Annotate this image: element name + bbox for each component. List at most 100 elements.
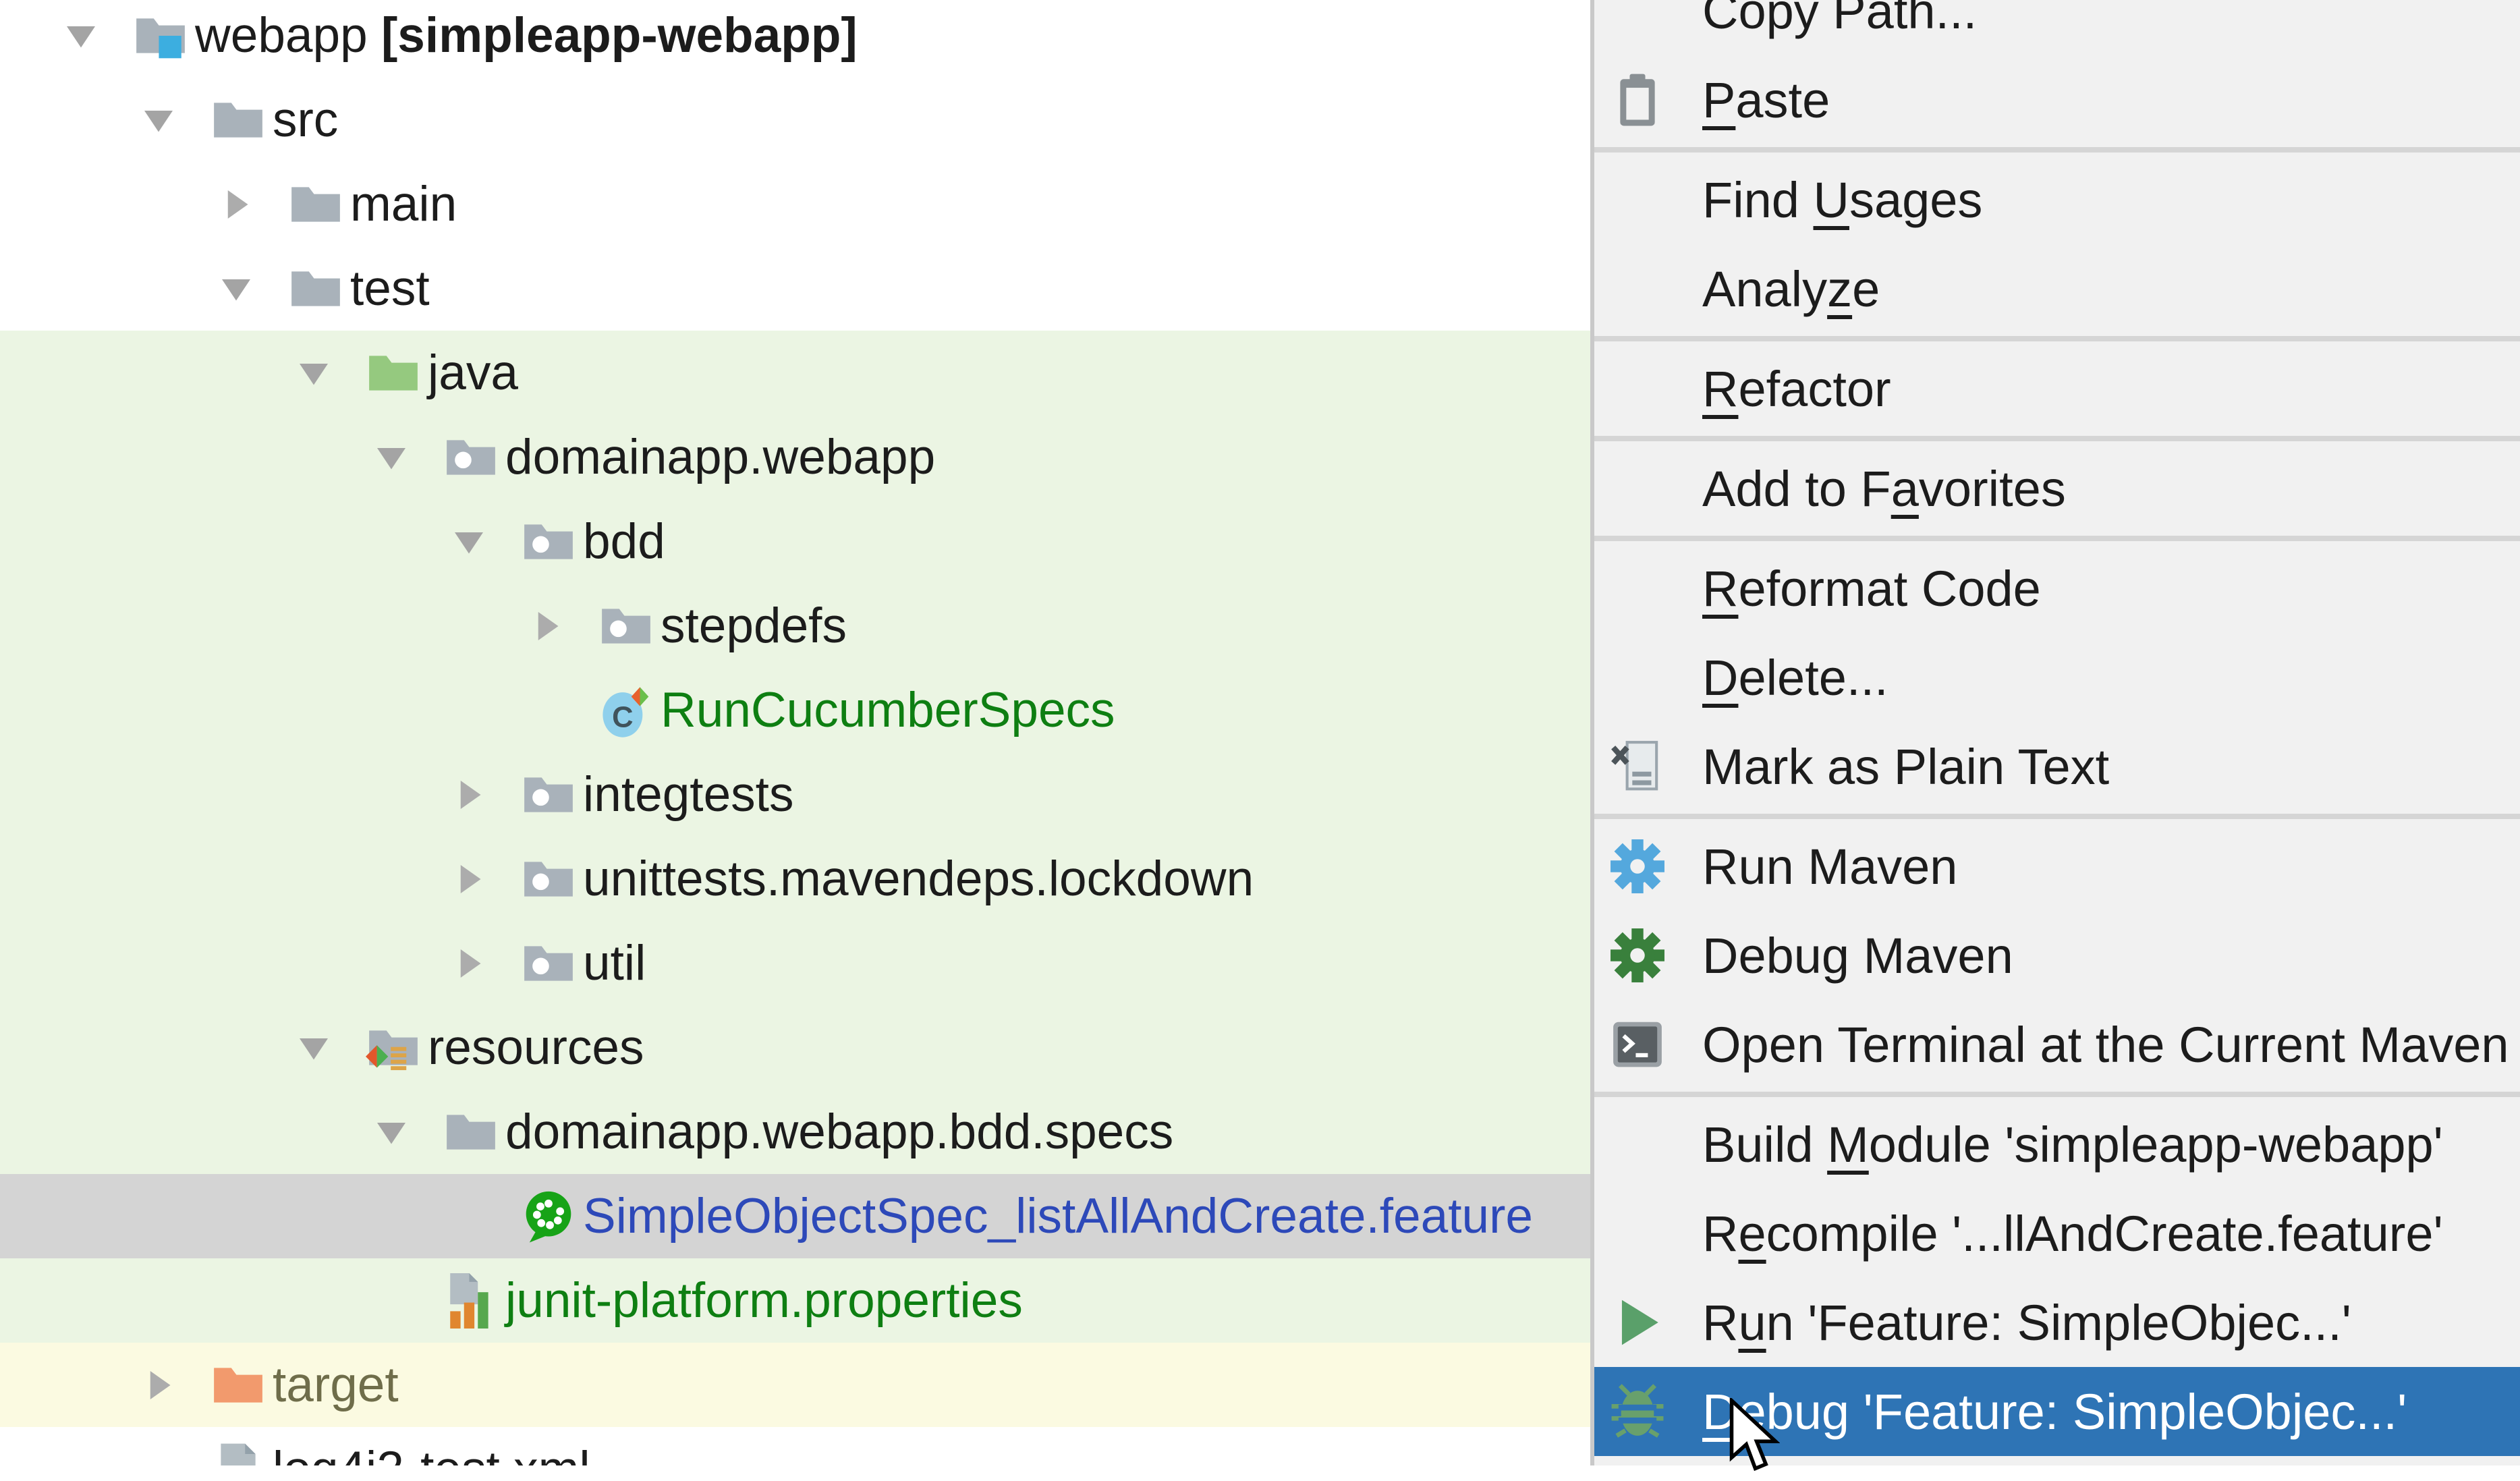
menu-item-build-module-simpleapp-webapp[interactable]: Build Module 'simpleapp-webapp' — [1594, 1100, 2520, 1189]
run-maven-gear-icon — [1608, 837, 1667, 896]
tree-row-target[interactable]: target — [0, 1343, 1590, 1427]
menu-item-copy-path[interactable]: Copy Path... — [1594, 0, 2520, 55]
toggle-collapsed-icon[interactable] — [442, 921, 516, 1005]
tree-row-webapp[interactable]: webapp [simpleapp-webapp] — [0, 0, 1590, 78]
toggle-collapsed-icon[interactable] — [442, 752, 516, 837]
toggle-expanded-icon[interactable] — [132, 78, 206, 162]
menu-item-find-usages[interactable]: Find Usages — [1594, 155, 2520, 244]
menu-item-reformat-code[interactable]: Reformat Code — [1594, 544, 2520, 633]
toggle-collapsed-icon[interactable] — [520, 584, 594, 668]
tree-item-label: webapp [simpleapp-webapp] — [192, 7, 858, 63]
tree-row-src[interactable]: src — [0, 78, 1590, 162]
folder-icon — [283, 256, 347, 320]
tree-row-resources[interactable]: resources — [0, 1005, 1590, 1090]
menu-item-mark-as-plain-text[interactable]: Mark as Plain Text — [1594, 722, 2520, 811]
tree-item-label: domainapp.webapp — [503, 429, 935, 485]
menu-item-add-to-favorites[interactable]: Add to Favorites — [1594, 444, 2520, 533]
toggle-collapsed-icon[interactable] — [209, 162, 283, 246]
menu-icon-spacer — [1608, 359, 1667, 418]
folder-icon — [206, 88, 270, 152]
toggle-spacer — [364, 1258, 439, 1343]
toggle-expanded-icon[interactable] — [209, 246, 283, 331]
tree-row-java[interactable]: java — [0, 331, 1590, 415]
tree-item-label: stepdefs — [658, 598, 847, 654]
mouse-cursor-icon — [1727, 1398, 1780, 1478]
tree-row-bdd[interactable]: bdd — [0, 499, 1590, 584]
tree-item-label: main — [347, 176, 457, 232]
tree-row-stepdefs[interactable]: stepdefs — [0, 584, 1590, 668]
module-folder-icon — [128, 3, 192, 67]
toggle-expanded-icon[interactable] — [54, 0, 128, 78]
tree-row-domainapp-webapp[interactable]: domainapp.webapp — [0, 415, 1590, 499]
tree-item-label: java — [425, 345, 518, 401]
toggle-spacer — [520, 668, 594, 752]
menu-icon-spacer — [1608, 559, 1667, 618]
menu-icon-spacer — [1608, 648, 1667, 707]
toggle-expanded-icon[interactable] — [287, 331, 361, 415]
tree-item-label: src — [270, 92, 338, 148]
toggle-collapsed-icon[interactable] — [132, 1343, 206, 1427]
menu-separator — [1594, 811, 2520, 822]
context-menu: Copy Path... Paste Find Usages Analyze Refac… — [1590, 0, 2520, 1465]
menu-separator — [1594, 1089, 2520, 1100]
package-folder-icon — [516, 931, 580, 995]
xml-file-icon — [206, 1437, 270, 1465]
toggle-expanded-icon[interactable] — [442, 499, 516, 584]
tree-row-domainapp-webapp-bdd-specs[interactable]: domainapp.webapp.bdd.specs — [0, 1090, 1590, 1174]
tree-item-label: unittests.mavendeps.lockdown — [580, 851, 1254, 907]
package-folder-icon — [594, 594, 658, 658]
test-root-folder-icon — [361, 341, 425, 405]
menu-item-label: Recompile '...llAndCreate.feature' — [1702, 1205, 2443, 1262]
toggle-expanded-icon[interactable] — [364, 415, 439, 499]
menu-item-refactor[interactable]: Refactor — [1594, 344, 2520, 433]
menu-item-delete[interactable]: Delete... — [1594, 633, 2520, 722]
cucumber-file-icon — [516, 1184, 580, 1248]
menu-item-label: Copy Path... — [1702, 0, 1977, 40]
paste-icon — [1608, 70, 1667, 130]
tree-row-main[interactable]: main — [0, 162, 1590, 246]
toggle-collapsed-icon[interactable] — [442, 837, 516, 921]
tree-item-label: junit-platform.properties — [503, 1273, 1023, 1329]
tree-row-junit-platform-properties[interactable]: junit-platform.properties — [0, 1258, 1590, 1343]
menu-item-open-terminal-at-the-current-maven[interactable]: Open Terminal at the Current Maven — [1594, 1000, 2520, 1089]
menu-item-analyze[interactable]: Analyze — [1594, 244, 2520, 333]
menu-item-recompile-llandcreate-feature[interactable]: Recompile '...llAndCreate.feature' — [1594, 1189, 2520, 1278]
menu-item-label: Run 'Feature: SimpleObjec...' — [1702, 1294, 2351, 1351]
menu-item-label: Open Terminal at the Current Maven — [1702, 1016, 2509, 1073]
tree-row-log4j2-test-xml[interactable]: log4j2-test.xml — [0, 1427, 1590, 1465]
project-tree: webapp [simpleapp-webapp] srcmain test java… — [0, 0, 1590, 1465]
mark-plain-text-icon — [1608, 737, 1667, 796]
menu-item-label: Add to Favorites — [1702, 460, 2066, 518]
menu-item-run-feature-simpleobjec[interactable]: Run 'Feature: SimpleObjec...' — [1594, 1278, 2520, 1367]
tree-item-label: log4j2-test.xml — [270, 1441, 590, 1465]
tree-row-integtests[interactable]: integtests — [0, 752, 1590, 837]
tree-item-label: SimpleObjectSpec_listAllAndCreate.featur… — [580, 1188, 1533, 1244]
tree-row-test[interactable]: test — [0, 246, 1590, 331]
menu-item-label: Mark as Plain Text — [1702, 738, 2109, 795]
package-folder-icon — [516, 847, 580, 911]
toggle-spacer — [442, 1174, 516, 1258]
menu-item-run-maven[interactable]: Run Maven — [1594, 822, 2520, 911]
tree-row-unittests-mavendeps-lockdown[interactable]: unittests.mavendeps.lockdown — [0, 837, 1590, 921]
tree-item-label: bdd — [580, 513, 665, 569]
package-folder-icon — [516, 509, 580, 574]
menu-icon-spacer — [1608, 170, 1667, 229]
menu-item-label: Debug Maven — [1702, 927, 2013, 984]
run-icon — [1608, 1293, 1667, 1352]
toggle-expanded-icon[interactable] — [364, 1090, 439, 1174]
menu-item-label: Find Usages — [1702, 171, 1982, 229]
menu-item-paste[interactable]: Paste — [1594, 55, 2520, 144]
folder-icon — [439, 1100, 503, 1164]
tree-row-simpleobjectspec-listallandcreate-feature[interactable]: SimpleObjectSpec_listAllAndCreate.featur… — [0, 1174, 1590, 1258]
tree-item-label: resources — [425, 1019, 644, 1075]
tree-row-runcucumberspecs[interactable]: CRunCucumberSpecs — [0, 668, 1590, 752]
menu-item-label: Analyze — [1702, 260, 1880, 318]
tree-row-util[interactable]: util — [0, 921, 1590, 1005]
folder-icon — [283, 172, 347, 236]
terminal-icon — [1608, 1015, 1667, 1074]
resources-folder-icon — [361, 1015, 425, 1080]
menu-icon-spacer — [1608, 1204, 1667, 1263]
toggle-expanded-icon[interactable] — [287, 1005, 361, 1090]
tree-item-label: target — [270, 1357, 399, 1413]
menu-item-debug-maven[interactable]: Debug Maven — [1594, 911, 2520, 1000]
